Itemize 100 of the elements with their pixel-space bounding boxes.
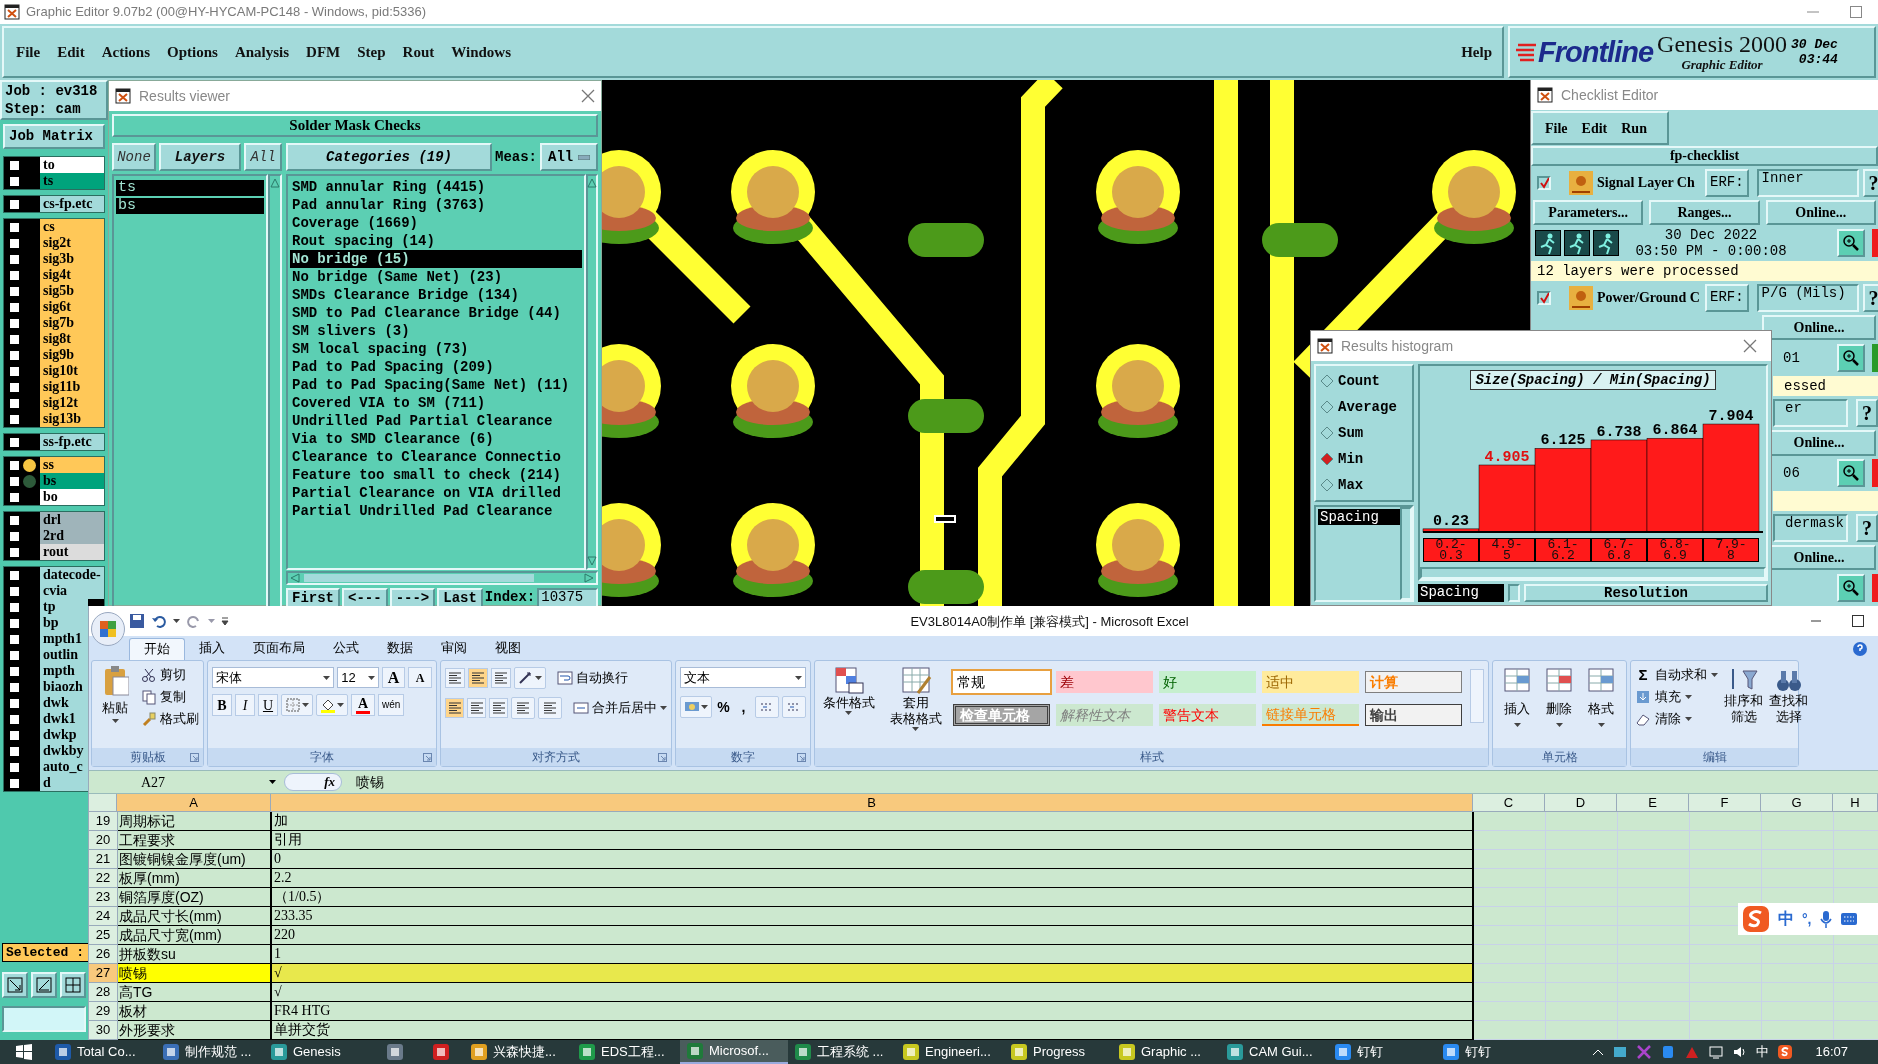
menu-item[interactable]: DFM	[306, 40, 341, 64]
erf-button[interactable]: ERF:	[1705, 168, 1749, 197]
category-item[interactable]: Pad annular Ring (3763)	[290, 196, 582, 214]
radio-option[interactable]: Average	[1320, 396, 1412, 418]
layer-name[interactable]: sig10t	[40, 363, 104, 379]
category-item[interactable]: Clearance to Clearance Connectio	[290, 448, 582, 466]
input-mode[interactable]: 中	[1778, 907, 1794, 931]
radio-option[interactable]: Count	[1320, 370, 1412, 392]
table-cell[interactable]: 成品尺寸长(mm)	[118, 907, 272, 926]
layer-name[interactable]: to	[40, 157, 104, 173]
punctuation-mode[interactable]: °,	[1802, 908, 1812, 930]
number-style-button[interactable]: ,	[735, 696, 752, 718]
layer-name[interactable]: cs	[40, 219, 104, 235]
help-button[interactable]: ?	[1856, 398, 1878, 427]
menu-item[interactable]: Actions	[101, 40, 150, 64]
row-header[interactable]: 26	[89, 945, 118, 964]
option-button[interactable]: Online...	[1762, 314, 1876, 341]
format-button[interactable]: U	[258, 694, 278, 716]
table-cell[interactable]: （1/0.5）	[272, 888, 1474, 907]
sort-filter-button[interactable]: 排序和 筛选	[1724, 665, 1763, 729]
size-select[interactable]: 12	[337, 667, 379, 688]
clipboard-button[interactable]: 复制	[141, 687, 199, 707]
column-header[interactable]: D	[1545, 794, 1617, 812]
menu-item[interactable]: Run	[1621, 117, 1647, 139]
option-button[interactable]: Parameters...	[1533, 199, 1644, 226]
layer-list-item[interactable]: ts	[116, 180, 264, 196]
column-header[interactable]: B	[271, 794, 1473, 812]
value-field[interactable]: Inner	[1756, 168, 1859, 197]
taskbar-button[interactable]: Genesis	[264, 1040, 372, 1064]
column-header[interactable]: A	[117, 794, 271, 812]
layer-name[interactable]: dwk	[40, 695, 88, 711]
font-select[interactable]: 宋体	[212, 667, 335, 688]
table-cell[interactable]: 高TG	[118, 983, 272, 1002]
cell-style[interactable]: 适中	[1262, 671, 1360, 693]
list-item[interactable]: Spacing	[1318, 509, 1400, 525]
layer-name[interactable]: sig11b	[40, 379, 104, 395]
category-item[interactable]: Rout spacing (14)	[290, 232, 582, 250]
layer-name[interactable]: 2rd	[40, 528, 104, 544]
ribbon-tab[interactable]: 页面布局	[239, 638, 319, 660]
table-cell[interactable]: √	[272, 983, 1474, 1002]
category-item[interactable]: SMD to Pad Clearance Bridge (44)	[290, 304, 582, 322]
layer-name[interactable]: datecode-	[40, 567, 104, 583]
category-item[interactable]: SMD annular Ring (4415)	[290, 178, 582, 196]
menu-item[interactable]: File	[16, 40, 41, 64]
ribbon-tab[interactable]: 公式	[319, 638, 373, 660]
nav-button[interactable]: Last	[437, 588, 483, 608]
row-header[interactable]: 30	[89, 1021, 118, 1040]
taskbar-button[interactable]: 兴森快捷...	[464, 1040, 572, 1064]
ribbon-tab[interactable]: 开始	[129, 638, 185, 660]
number-style-button[interactable]: %	[715, 696, 732, 718]
help-button[interactable]: ?	[1862, 283, 1878, 312]
font-color-button[interactable]: A	[351, 694, 375, 716]
column-header[interactable]: H	[1833, 794, 1878, 812]
table-cell[interactable]: 单拼交货	[272, 1021, 1474, 1040]
row-header[interactable]: 29	[89, 1002, 118, 1021]
value-field[interactable]: er	[1773, 398, 1848, 427]
shrink-font-button[interactable]: A	[408, 667, 432, 688]
category-item[interactable]: Covered VIA to SM (711)	[290, 394, 582, 412]
editing-button[interactable]: 填充	[1635, 687, 1718, 707]
layer-name[interactable]: sig6t	[40, 299, 104, 315]
row-header[interactable]: 22	[89, 869, 118, 888]
name-box[interactable]: A27	[89, 772, 269, 792]
layer-name[interactable]: mpth1	[40, 631, 88, 647]
wrap-text-button[interactable]: 自动换行	[557, 668, 628, 688]
taskbar-button[interactable]: Graphic ...	[1112, 1040, 1220, 1064]
layer-name[interactable]: d	[40, 775, 88, 791]
taskbar-button[interactable]: 钉钉	[1328, 1040, 1436, 1064]
erf-button[interactable]: ERF:	[1705, 283, 1749, 312]
radio-option[interactable]: Max	[1320, 474, 1412, 496]
number-format-select[interactable]: 文本	[680, 667, 806, 688]
menu-item[interactable]: Edit	[1581, 117, 1608, 139]
formula-field[interactable]: 喷锡	[342, 772, 1878, 792]
option-button[interactable]: Online...	[1765, 199, 1876, 226]
cell-style[interactable]: 输出	[1365, 704, 1463, 726]
meas-dropdown[interactable]: All	[540, 143, 598, 171]
table-cell[interactable]: 板材	[118, 1002, 272, 1021]
clipboard-button[interactable]: 剪切	[141, 665, 199, 685]
layer-name[interactable]: outlin	[40, 647, 88, 663]
taskbar-button[interactable]: 制作规范 ...	[156, 1040, 264, 1064]
taskbar-button[interactable]: Microsof...	[680, 1040, 788, 1064]
layer-name[interactable]: sig9b	[40, 347, 104, 363]
cell-style[interactable]: 好	[1159, 671, 1257, 693]
category-item[interactable]: SMDs Clearance Bridge (134)	[290, 286, 582, 304]
format-button[interactable]: 格式	[1583, 665, 1619, 727]
layer-name[interactable]: bp	[40, 615, 88, 631]
option-button[interactable]: Ranges...	[1649, 199, 1760, 226]
table-cell[interactable]: FR4 HTG	[272, 1002, 1474, 1021]
row-header[interactable]: 21	[89, 850, 118, 869]
insert-button[interactable]: 插入	[1499, 665, 1535, 727]
table-cell[interactable]: √	[272, 964, 1474, 983]
layer-name[interactable]: bo	[40, 489, 104, 505]
layer-name[interactable]: ss	[40, 457, 104, 473]
phonetic-button[interactable]: wén	[378, 694, 405, 716]
table-cell[interactable]: 周期标记	[118, 812, 272, 831]
ribbon-tab[interactable]: 审阅	[427, 638, 481, 660]
ribbon-tab[interactable]: 数据	[373, 638, 427, 660]
format-button[interactable]: I	[235, 694, 255, 716]
conditional-format-button[interactable]: 条件格式	[819, 665, 879, 731]
layer-name[interactable]: dwkby	[40, 743, 88, 759]
taskbar-button[interactable]: 工程系统 ...	[788, 1040, 896, 1064]
